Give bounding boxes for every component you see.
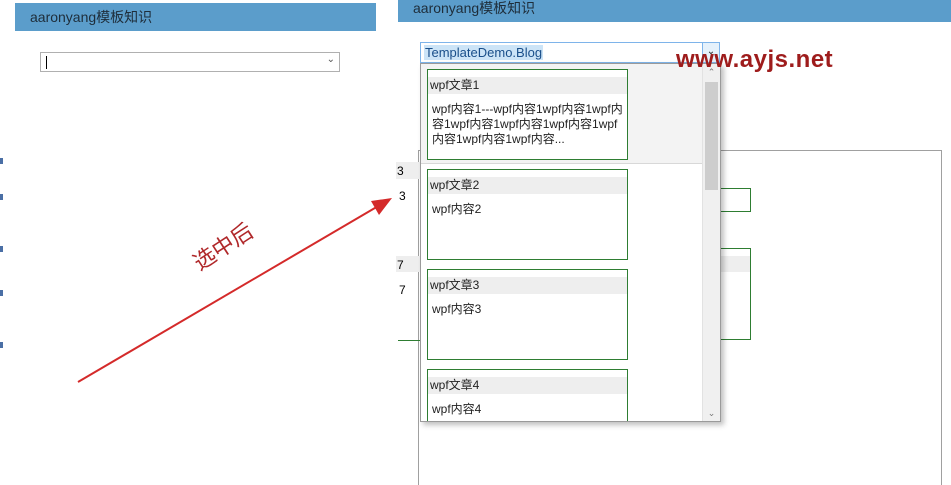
- combobox-dropdown: wpf文章1 wpf内容1---wpf内容1wpf内容1wpf内容1wpf内容1…: [420, 63, 721, 422]
- article-title: wpf文章3: [428, 277, 627, 294]
- article-card: wpf文章2 wpf内容2: [427, 169, 628, 260]
- fragment-text: 3: [397, 164, 404, 178]
- fragment-card: [720, 188, 751, 212]
- article-body: wpf内容4: [432, 402, 482, 416]
- article-title: wpf文章2: [428, 177, 627, 194]
- article-body: wpf内容1---wpf内容1wpf内容1wpf内容1wpf内容1wpf内容1w…: [432, 102, 623, 145]
- fragment-title-strip: [720, 256, 750, 272]
- article-body: wpf内容3: [432, 302, 482, 316]
- dropdown-scrollbar[interactable]: ⌃ ⌄: [702, 64, 720, 421]
- article-card: wpf文章1 wpf内容1---wpf内容1wpf内容1wpf内容1wpf内容1…: [427, 69, 628, 160]
- chevron-down-icon[interactable]: ⌄: [703, 405, 720, 421]
- article-card: wpf文章4 wpf内容4: [427, 369, 628, 421]
- fragment-text: 3: [399, 189, 406, 203]
- dropdown-item[interactable]: wpf文章4 wpf内容4: [421, 364, 703, 421]
- watermark-text: www.ayjs.net: [676, 46, 834, 73]
- fragment-line: [398, 340, 420, 341]
- article-card: wpf文章3 wpf内容3: [427, 269, 628, 360]
- dropdown-item[interactable]: wpf文章2 wpf内容2: [421, 164, 703, 264]
- fragment-text: 7: [397, 258, 404, 272]
- scrollbar-thumb[interactable]: [705, 82, 718, 190]
- article-body: wpf内容2: [432, 202, 482, 216]
- dropdown-item[interactable]: wpf文章3 wpf内容3: [421, 264, 703, 364]
- combobox-selected-text[interactable]: TemplateDemo.Blog: [424, 45, 544, 60]
- article-title: wpf文章1: [428, 77, 627, 94]
- article-title: wpf文章4: [428, 377, 627, 394]
- dropdown-item[interactable]: wpf文章1 wpf内容1---wpf内容1wpf内容1wpf内容1wpf内容1…: [421, 64, 703, 164]
- right-window-title: aaronyang模板知识: [398, 0, 951, 22]
- blog-combobox[interactable]: TemplateDemo.Blog ⌄: [420, 42, 720, 63]
- fragment-text: 7: [399, 283, 406, 297]
